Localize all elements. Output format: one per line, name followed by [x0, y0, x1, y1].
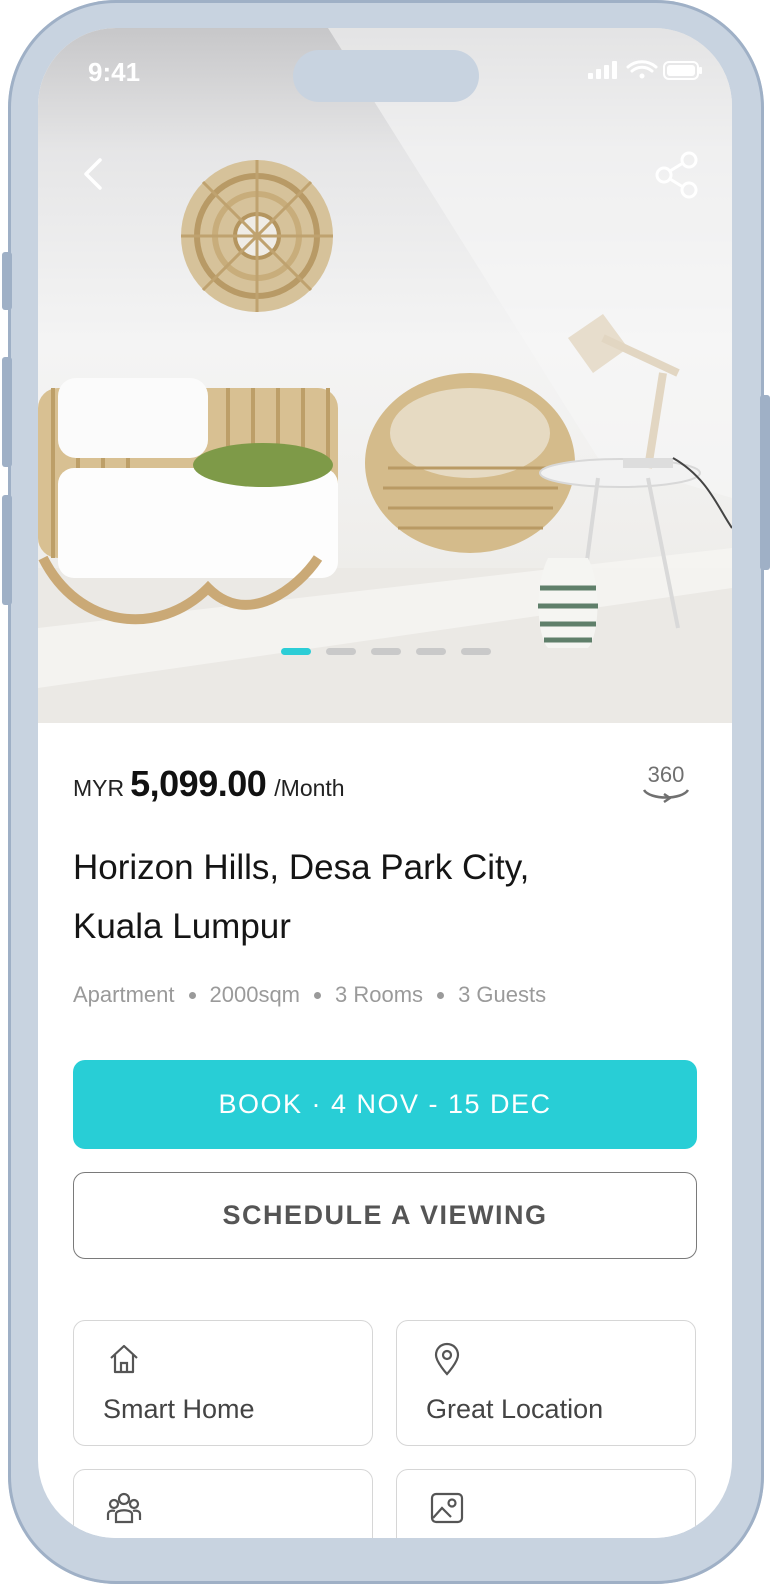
- schedule-viewing-button[interactable]: SCHEDULE A VIEWING: [73, 1172, 697, 1259]
- home-icon: [110, 1344, 138, 1374]
- phone-mute-switch: [2, 252, 12, 310]
- property-size: 2000sqm: [209, 982, 301, 1007]
- separator-dot: [437, 991, 445, 999]
- listing-title: Horizon Hills, Desa Park City, Kuala Lum…: [73, 838, 633, 956]
- chevron-left-icon: [84, 158, 102, 190]
- back-button[interactable]: [74, 154, 114, 194]
- gallery-dot[interactable]: [371, 648, 401, 655]
- people-icon: [106, 1492, 142, 1524]
- view-360-icon: 360: [642, 762, 690, 804]
- feature-card-location[interactable]: Great Location: [396, 1320, 696, 1446]
- property-guests: 3 Guests: [458, 982, 547, 1007]
- location-pin-icon: [434, 1342, 460, 1376]
- gallery-dot[interactable]: [281, 648, 311, 655]
- feature-label: Great Location: [426, 1394, 604, 1424]
- phone-power-button: [760, 395, 770, 570]
- property-rooms: 3 Rooms: [335, 982, 424, 1007]
- view-360-button[interactable]: 360: [640, 760, 692, 806]
- view-360-label: 360: [648, 762, 685, 787]
- feature-label: Smart Home: [103, 1394, 255, 1424]
- listing-title-line2: Kuala Lumpur: [73, 907, 291, 946]
- gallery-dot[interactable]: [416, 648, 446, 655]
- striped-vase: [538, 558, 598, 648]
- phone-volume-up: [2, 357, 12, 467]
- app-screen: 9:41 MYR 5,099.00 /Month 360 Horizon Hil…: [38, 28, 732, 1538]
- phone-volume-down: [2, 495, 12, 605]
- feature-card-people[interactable]: [73, 1469, 373, 1538]
- battery-icon: [663, 61, 702, 80]
- property-type: Apartment: [73, 982, 175, 1007]
- feature-card-smart-home[interactable]: Smart Home: [73, 1320, 373, 1446]
- property-photo[interactable]: 9:41: [38, 28, 732, 723]
- living-room-illustration: [38, 28, 732, 723]
- image-icon: [430, 1492, 464, 1524]
- wifi-icon: [626, 60, 658, 79]
- armchair-round: [365, 373, 575, 553]
- price-period: /Month: [274, 775, 345, 801]
- share-icon: [655, 151, 698, 199]
- gallery-dot[interactable]: [326, 648, 356, 655]
- dynamic-island: [293, 50, 479, 102]
- price: MYR 5,099.00 /Month: [73, 763, 345, 805]
- listing-details: Apartment 2000sqm 3 Rooms 3 Guests: [73, 982, 546, 1008]
- share-button[interactable]: [652, 150, 702, 200]
- book-button[interactable]: BOOK · 4 NOV - 15 DEC: [73, 1060, 697, 1149]
- status-bar: 9:41: [38, 28, 732, 118]
- status-time: 9:41: [88, 57, 141, 87]
- feature-card-gallery[interactable]: [396, 1469, 696, 1538]
- price-amount: 5,099.00: [130, 763, 267, 804]
- status-icons: [584, 58, 704, 87]
- wall-decor: [181, 160, 333, 312]
- price-currency: MYR: [73, 775, 125, 801]
- gallery-pagination: [281, 648, 491, 655]
- separator-dot: [188, 991, 196, 999]
- signal-icon: [588, 61, 617, 79]
- gallery-dot[interactable]: [461, 648, 491, 655]
- separator-dot: [314, 991, 322, 999]
- listing-title-line1: Horizon Hills, Desa Park City,: [73, 848, 530, 887]
